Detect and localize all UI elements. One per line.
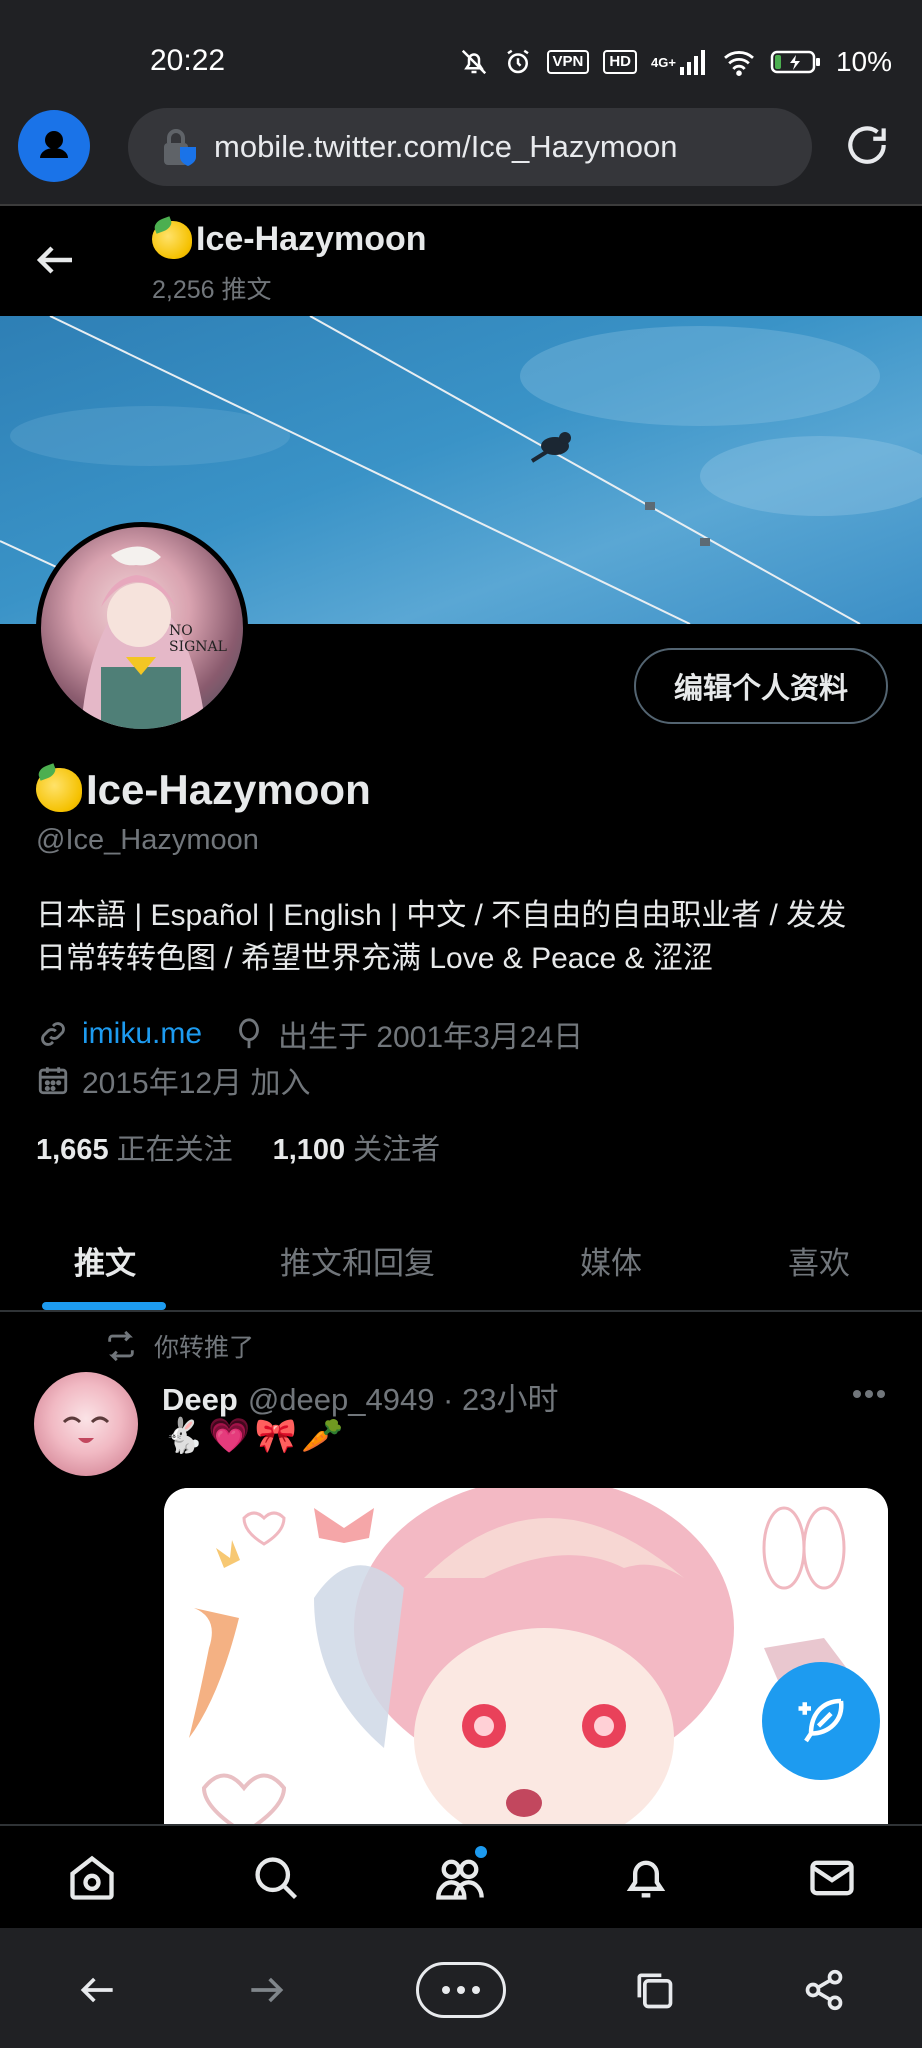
- profile-avatar[interactable]: NO SIGNAL: [36, 522, 248, 734]
- tabs-switcher-icon[interactable]: [632, 1968, 676, 2012]
- menu-dot: [457, 1986, 465, 1994]
- tweet-author-name[interactable]: Deep: [162, 1382, 238, 1418]
- network-label: 4G+: [651, 54, 676, 70]
- compose-feather-icon: [798, 1698, 844, 1743]
- back-arrow-icon[interactable]: [32, 236, 80, 284]
- status-icons: VPN HD 4G+ 10%: [459, 46, 892, 78]
- home-icon[interactable]: [66, 1852, 118, 1904]
- tweet-author-meta: @deep_4949 · 23小时: [247, 1382, 559, 1417]
- tab-tweets[interactable]: 推文: [74, 1238, 136, 1283]
- tweet-header: Deep @deep_4949 · 23小时: [162, 1374, 558, 1419]
- communities-icon[interactable]: [434, 1852, 486, 1904]
- followers-count: 1,100: [272, 1134, 346, 1166]
- url-text: mobile.twitter.com/Ice_Hazymoon: [214, 129, 678, 164]
- notification-dot: [475, 1846, 487, 1858]
- following-count: 1,665: [36, 1134, 109, 1166]
- follow-stats: 1,665 正在关注 1,100 关注者: [36, 1126, 440, 1168]
- notifications-bell-icon[interactable]: [620, 1852, 672, 1904]
- compose-tweet-button[interactable]: [762, 1662, 880, 1780]
- lemon-icon: [36, 768, 82, 812]
- more-options-icon[interactable]: [852, 1388, 886, 1400]
- messages-envelope-icon[interactable]: [806, 1852, 858, 1904]
- tweet-media-image[interactable]: [164, 1488, 888, 1828]
- signal-icon: 4G+: [651, 49, 708, 75]
- reload-icon[interactable]: [842, 120, 892, 170]
- following-label: 正在关注: [116, 1134, 233, 1166]
- wifi-icon: [722, 48, 756, 76]
- profile-tabs: 推文 推文和回复 媒体 喜欢: [0, 1216, 922, 1312]
- browser-navigation: [0, 1928, 922, 2048]
- hd-icon: HD: [603, 50, 638, 74]
- tab-media[interactable]: 媒体: [580, 1238, 642, 1283]
- profile-header: Ice-Hazymoon 2,256 推文: [0, 206, 922, 316]
- battery-percent: 10%: [835, 46, 892, 77]
- tab-tweets-replies[interactable]: 推文和回复: [280, 1238, 435, 1283]
- birthday-text: 出生于 2001年3月24日: [278, 1021, 584, 1054]
- balloon-icon: [239, 1018, 259, 1049]
- tweet-author-avatar[interactable]: [34, 1372, 138, 1476]
- tab-likes[interactable]: 喜欢: [788, 1238, 850, 1283]
- tweet-count: 2,256 推文: [152, 276, 272, 304]
- mute-icon: [459, 47, 489, 77]
- menu-dot: [442, 1986, 450, 1994]
- browser-toolbar: mobile.twitter.com/Ice_Hazymoon: [0, 100, 922, 206]
- bottom-navigation: [0, 1824, 922, 1928]
- bio-line: 日常转转色图 / 希望世界充满 Love & Peace & 涩涩: [36, 942, 713, 975]
- account-icon[interactable]: [18, 110, 90, 182]
- lock-icon: [164, 129, 196, 166]
- tweet-text: 🐇 💗 🎀 🥕: [162, 1416, 343, 1456]
- retweet-icon: [108, 1330, 134, 1362]
- calendar-icon: [38, 1067, 68, 1095]
- ribbon-emoji: 🎀: [254, 1417, 298, 1455]
- profile-handle: @Ice_Hazymoon: [36, 824, 259, 856]
- menu-dot: [472, 1986, 480, 1994]
- following-link[interactable]: 1,665 正在关注: [36, 1126, 233, 1168]
- active-tab-indicator: [42, 1302, 166, 1310]
- profile-meta-row: imiku.me 出生于 2001年3月24日: [36, 1012, 583, 1056]
- browser-back-icon[interactable]: [76, 1968, 120, 2012]
- profile-bio: 日本語 | Español | English | 中文 / 不自由的自由职业者…: [36, 894, 896, 980]
- followers-link[interactable]: 1,100 关注者: [273, 1126, 441, 1168]
- header-name: Ice-Hazymoon: [152, 220, 427, 259]
- joined-text: 2015年12月 加入: [82, 1067, 311, 1100]
- profile-name-text: Ice-Hazymoon: [86, 766, 371, 813]
- vpn-icon: VPN: [546, 50, 590, 74]
- retweet-label: 你转推了: [154, 1334, 255, 1362]
- carrot-emoji: 🥕: [301, 1417, 344, 1455]
- status-time: 20:22: [150, 44, 226, 77]
- alarm-icon: [503, 47, 533, 77]
- share-icon[interactable]: [802, 1968, 846, 2012]
- followers-label: 关注者: [353, 1134, 441, 1166]
- avatar-text: NO SIGNAL: [169, 623, 227, 655]
- profile-meta-row: 2015年12月 加入: [36, 1058, 310, 1102]
- status-bar: 20:22 VPN HD 4G+ 10%: [0, 0, 922, 100]
- url-bar[interactable]: mobile.twitter.com/Ice_Hazymoon: [128, 108, 812, 186]
- battery-icon: [770, 48, 822, 76]
- browser-forward-icon[interactable]: [244, 1968, 288, 2012]
- profile-name: Ice-Hazymoon: [36, 766, 371, 814]
- link-icon: [41, 1022, 65, 1046]
- browser-menu-button[interactable]: [416, 1962, 506, 2018]
- retweet-indicator: 你转推了: [104, 1328, 254, 1364]
- website-link[interactable]: imiku.me: [82, 1017, 202, 1051]
- lemon-icon: [152, 220, 192, 259]
- bio-line: 日本語 | Español | English | 中文 / 不自由的自由职业者…: [36, 899, 847, 932]
- search-icon[interactable]: [250, 1852, 302, 1904]
- heart-emoji: 💗: [208, 1417, 251, 1455]
- rabbit-emoji: 🐇: [162, 1417, 205, 1455]
- edit-profile-button[interactable]: 编辑个人资料: [634, 648, 888, 724]
- header-name-text: Ice-Hazymoon: [196, 220, 427, 258]
